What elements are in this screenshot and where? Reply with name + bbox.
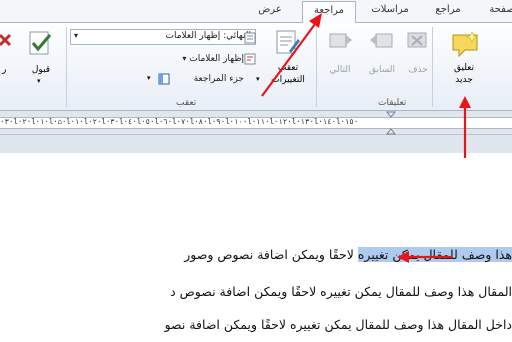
reject-label: ر [2,65,7,75]
chevron-down-icon: ▾ [74,31,79,40]
previous-comment-button[interactable]: السابق [362,27,402,83]
document-line-3: داخل المقال هذا وصف للمقال يمكن تغييره ل… [164,317,512,332]
track-changes-button[interactable]: تعقب التغييرات ▾ [256,27,314,97]
group-separator [432,27,433,107]
document-top-margin [0,135,512,153]
indent-marker-icon[interactable] [386,111,396,135]
new-comment-icon [452,31,479,58]
reject-button[interactable]: ر [0,27,16,87]
next-comment-icon [329,33,352,48]
display-for-review-icon [244,32,256,44]
track-changes-label-2: التغييرات [271,75,305,85]
group-separator [316,27,317,107]
new-comment-label-1: تعليق [453,63,475,73]
chevron-down-icon: ▾ [182,54,187,63]
previous-comment-icon [370,33,393,48]
chevron-down-icon: ▾ [256,75,260,83]
highlighted-comment-text[interactable]: هذا وصف للمقال يمكن تغييره [357,247,512,262]
display-for-review-dropdown[interactable]: النهائي: إظهار العلامات ▾ [70,29,256,45]
document-page[interactable]: هذا وصف للمقال يمكن تغييره لاحقًا ويمكن … [0,153,512,342]
ribbon: تعليق جديد حذف السابق التالي تعليقات تعق… [0,23,512,111]
reviewing-pane-button[interactable]: جزء المراجعة [174,74,244,84]
tab-view[interactable]: عرض [252,4,288,15]
next-comment-button[interactable]: التالي [320,27,360,83]
document-line-1: هذا وصف للمقال يمكن تغييره لاحقًا ويمكن … [184,247,512,262]
accept-button[interactable]: قبول ▾ [20,27,62,87]
accept-label: قبول [31,65,51,75]
new-comment-button[interactable]: تعليق جديد [436,27,492,97]
accept-icon [29,31,52,55]
tab-review[interactable]: مراجعة [302,1,356,24]
tab-mailings[interactable]: مراسلات [362,4,418,15]
group-separator [66,27,67,107]
display-for-review-value: النهائي: إظهار العلامات [165,31,252,41]
document-line-2: المقال هذا وصف للمقال يمكن تغييره لاحقًا… [170,284,512,299]
reviewing-pane-icon [158,73,170,85]
tab-references[interactable]: مراجع [428,4,468,15]
delete-label: حذف [408,65,428,75]
delete-comment-button[interactable]: حذف [404,27,432,83]
track-changes-label-1: تعقب [277,63,299,73]
ruler-numbers: ·٣·l·٢·l·١·l·⌂·l·١·l·٢·l·٣·l·٤·l·٥·l·٦·l… [0,117,359,126]
ribbon-tab-bar: عرض مراجعة مراسلات مراجع صفحة [0,0,512,24]
show-markup-icon [244,53,256,65]
chevron-down-icon: ▾ [37,77,41,85]
previous-label: السابق [368,65,396,75]
delete-comment-icon [407,32,427,48]
new-comment-label-2: جديد [455,75,473,85]
track-changes-icon [276,30,300,54]
next-label: التالي [329,65,351,75]
comments-group-label: تعليقات [378,98,407,108]
reviewing-pane-label: جزء المراجعة [193,74,244,84]
line-1-remainder: لاحقًا ويمكن اضافة نصوص وصور [184,247,354,262]
show-markup-button[interactable]: إظهار العلامات ▾ [120,54,244,64]
show-markup-label: إظهار العلامات [189,54,244,64]
horizontal-ruler[interactable]: ·٣·l·٢·l·١·l·⌂·l·١·l·٢·l·٣·l·٤·l·٥·l·٦·l… [0,111,512,135]
tab-page-layout[interactable]: صفحة [482,4,512,15]
reject-icon [0,33,12,47]
chevron-down-icon: ▾ [147,74,151,82]
tracking-group-label: تعقب [176,98,197,108]
